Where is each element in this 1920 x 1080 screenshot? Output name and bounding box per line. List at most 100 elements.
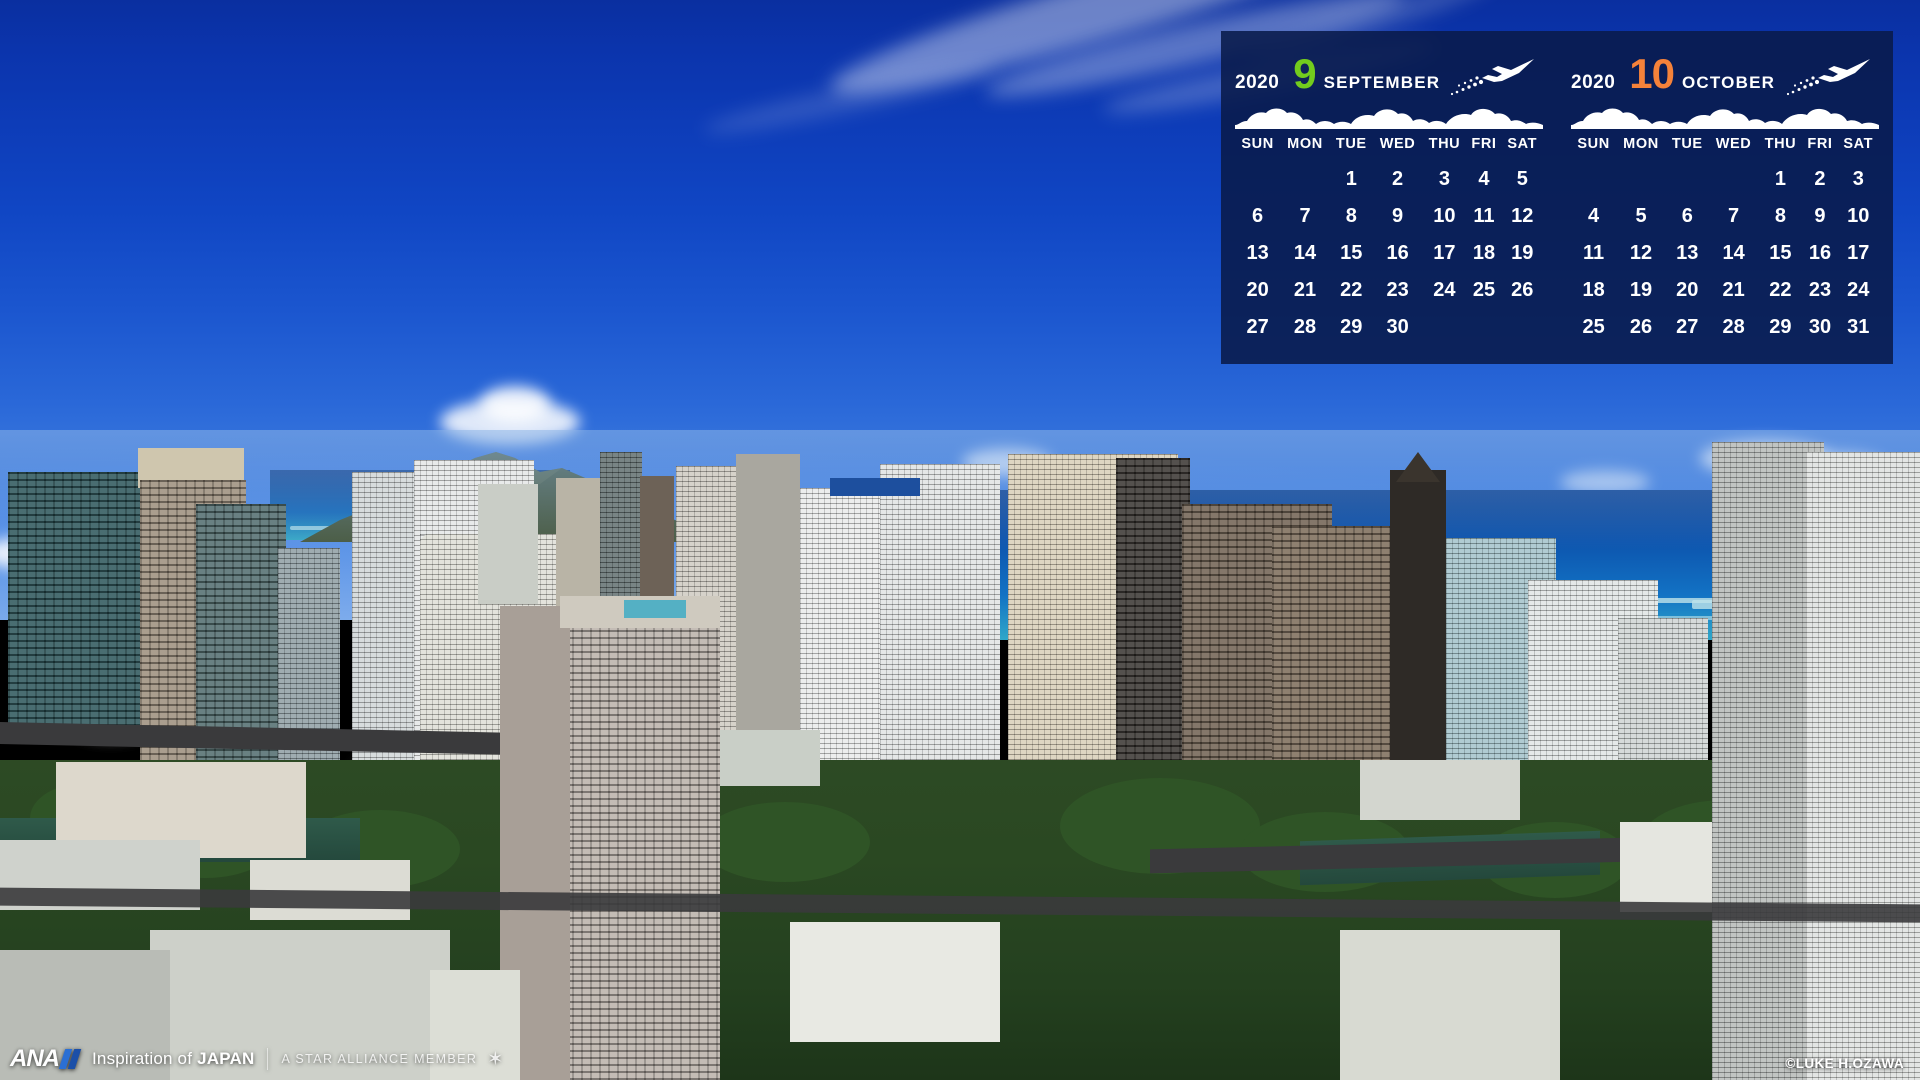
calendar-day-19[interactable]: 19 [1502,235,1544,272]
calendar-day-empty [1422,309,1466,346]
calendar-day-19[interactable]: 19 [1616,272,1666,309]
calendar-day-10[interactable]: 10 [1422,198,1466,235]
calendar-day-26[interactable]: 26 [1616,309,1666,346]
building-blue-sign-roof [830,478,920,496]
calendar-day-9[interactable]: 9 [1373,198,1423,235]
calendar-day-13[interactable]: 13 [1235,235,1280,272]
low-roof-right [1360,760,1520,820]
calendar-day-empty [1235,161,1280,198]
september-header: 2020 9 SEPTEMBER [1235,31,1543,96]
calendar-day-16[interactable]: 16 [1802,235,1837,272]
ana-brand-bar: ANA Inspiration of JAPAN A STAR ALLIANCE… [10,1044,503,1074]
calendar-day-empty [1502,309,1544,346]
calendar-day-15[interactable]: 15 [1758,235,1802,272]
calendar-day-6[interactable]: 6 [1235,198,1280,235]
calendar-day-empty [1466,309,1501,346]
month-september: 2020 9 SEPTEMBER SUN MON TUE WED THU FRI… [1221,31,1557,364]
calendar-day-4[interactable]: 4 [1466,161,1501,198]
calendar-day-9[interactable]: 9 [1802,198,1837,235]
calendar-day-21[interactable]: 21 [1709,272,1759,309]
calendar-day-20[interactable]: 20 [1235,272,1280,309]
calendar-panel: 2020 9 SEPTEMBER SUN MON TUE WED THU FRI… [1221,31,1893,364]
calendar-day-27[interactable]: 27 [1235,309,1280,346]
ana-logo-text: ANA [10,1045,60,1072]
calendar-day-25[interactable]: 25 [1466,272,1501,309]
calendar-day-7[interactable]: 7 [1280,198,1330,235]
calendar-day-25[interactable]: 25 [1571,309,1616,346]
calendar-day-11[interactable]: 11 [1571,235,1616,272]
calendar-day-3[interactable]: 3 [1838,161,1880,198]
calendar-day-5[interactable]: 5 [1616,198,1666,235]
calendar-day-22[interactable]: 22 [1330,272,1373,309]
calendar-day-18[interactable]: 18 [1571,272,1616,309]
calendar-day-11[interactable]: 11 [1466,198,1501,235]
october-weeks: 1 2 3 4 5 6 7 8 9 10 11 12 13 14 15 16 17 18 19 20 21 22 23 24 2… [1571,161,1879,346]
calendar-day-30[interactable]: 30 [1373,309,1423,346]
calendar-week-row: 27 28 29 30 [1235,309,1543,346]
cityscape [0,430,1920,1080]
calendar-day-14[interactable]: 14 [1709,235,1759,272]
calendar-day-1[interactable]: 1 [1758,161,1802,198]
calendar-week-row: 123 [1571,161,1879,198]
calendar-day-22[interactable]: 22 [1758,272,1802,309]
calendar-day-6[interactable]: 6 [1666,198,1709,235]
building-foreground-pool-deck [624,600,686,618]
calendar-week-row: 20 21 22 23 24 25 26 [1235,272,1543,309]
calendar-day-2[interactable]: 2 [1802,161,1837,198]
calendar-day-24[interactable]: 24 [1838,272,1880,309]
calendar-day-24[interactable]: 24 [1422,272,1466,309]
calendar-week-row: 4 5 6 7 8 9 10 [1571,198,1879,235]
calendar-day-23[interactable]: 23 [1802,272,1837,309]
weekday-mon: MON [1623,136,1659,152]
wallpaper-canvas: ANA Inspiration of JAPAN A STAR ALLIANCE… [0,0,1920,1080]
calendar-day-31[interactable]: 31 [1838,309,1880,346]
calendar-day-23[interactable]: 23 [1373,272,1423,309]
calendar-day-29[interactable]: 29 [1758,309,1802,346]
month-october: 2020 10 OCTOBER SUN MON TUE WED THU FRI … [1557,31,1893,364]
calendar-day-empty [1666,161,1709,198]
calendar-day-8[interactable]: 8 [1330,198,1373,235]
calendar-day-17[interactable]: 17 [1422,235,1466,272]
october-header: 2020 10 OCTOBER [1571,31,1879,96]
calendar-day-16[interactable]: 16 [1373,235,1423,272]
weekday-sat: SAT [1843,136,1874,152]
building-foreground-far-right [1806,452,1920,1080]
calendar-day-18[interactable]: 18 [1466,235,1501,272]
weekday-mon: MON [1287,136,1323,152]
october-cloud-divider [1571,95,1879,129]
weekday-fri: FRI [1471,136,1497,152]
calendar-day-26[interactable]: 26 [1502,272,1544,309]
calendar-day-4[interactable]: 4 [1571,198,1616,235]
ana-tagline-plain: Inspiration of [92,1049,198,1068]
october-year: 2020 [1571,72,1616,93]
calendar-week-row: 13 14 15 16 17 18 19 [1235,235,1543,272]
calendar-day-17[interactable]: 17 [1838,235,1880,272]
weekday-sun: SUN [1241,136,1274,152]
calendar-day-29[interactable]: 29 [1330,309,1373,346]
calendar-day-3[interactable]: 3 [1422,161,1466,198]
calendar-day-12[interactable]: 12 [1616,235,1666,272]
october-month-name: OCTOBER [1682,73,1776,92]
calendar-day-28[interactable]: 28 [1280,309,1330,346]
airplane-icon [1441,53,1537,97]
weekday-thu: THU [1764,136,1797,152]
calendar-day-empty [1571,161,1616,198]
calendar-day-8[interactable]: 8 [1758,198,1802,235]
calendar-day-21[interactable]: 21 [1280,272,1330,309]
weekday-thu: THU [1428,136,1461,152]
calendar-day-7[interactable]: 7 [1709,198,1759,235]
star-alliance-label: A STAR ALLIANCE MEMBER [281,1052,478,1066]
calendar-day-14[interactable]: 14 [1280,235,1330,272]
calendar-day-12[interactable]: 12 [1502,198,1544,235]
calendar-day-15[interactable]: 15 [1330,235,1373,272]
ana-tagline: Inspiration of JAPAN [92,1049,254,1069]
calendar-day-1[interactable]: 1 [1330,161,1373,198]
calendar-day-2[interactable]: 2 [1373,161,1423,198]
calendar-day-30[interactable]: 30 [1802,309,1837,346]
calendar-day-10[interactable]: 10 [1838,198,1880,235]
calendar-day-27[interactable]: 27 [1666,309,1709,346]
calendar-day-28[interactable]: 28 [1709,309,1759,346]
calendar-day-13[interactable]: 13 [1666,235,1709,272]
calendar-day-20[interactable]: 20 [1666,272,1709,309]
calendar-day-5[interactable]: 5 [1502,161,1544,198]
